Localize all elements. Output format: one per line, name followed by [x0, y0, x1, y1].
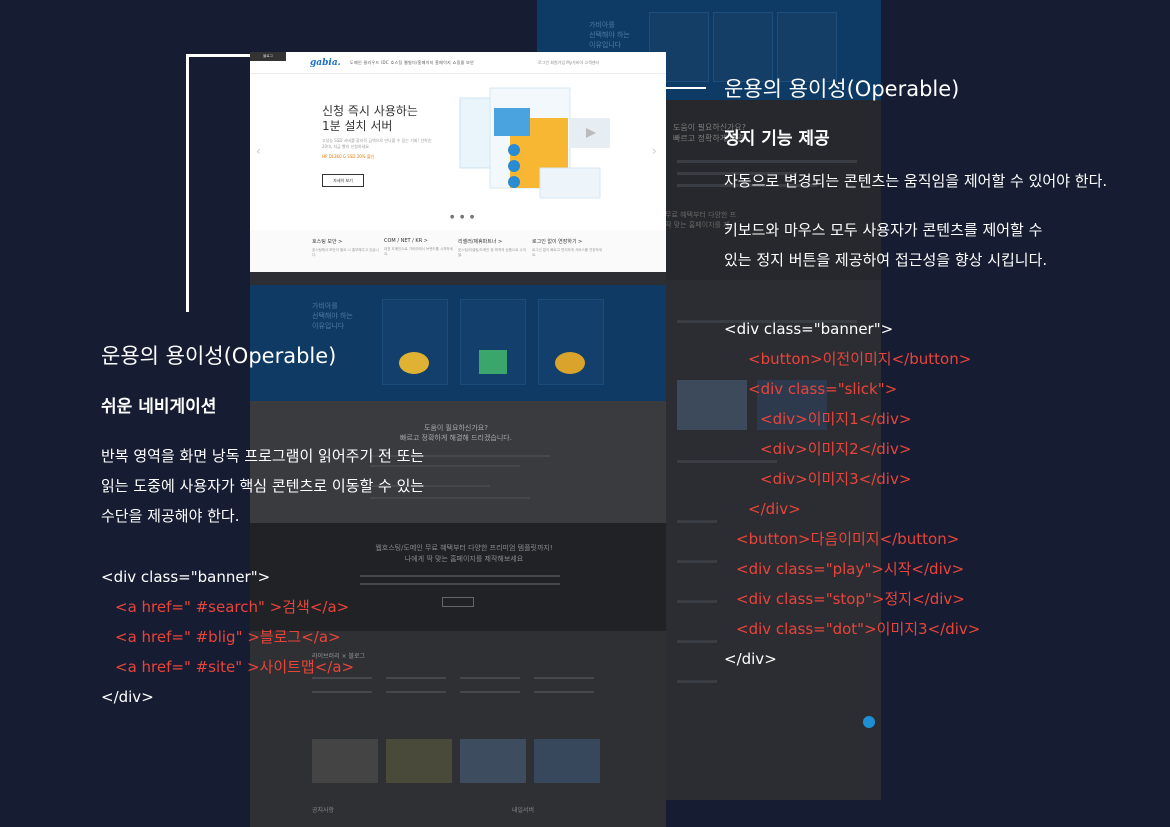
feature-item: 리셀러/제휴파트너 > 호스팅/리셀링/도메인 등 최적의 상품으로 수익을.	[458, 239, 526, 257]
site-util-menu: 로그인 회원가입 My가비아 고객센터	[538, 60, 600, 65]
why-card	[460, 299, 526, 385]
next-arrow-icon: ›	[652, 144, 657, 158]
code-line: <div>이미지1</div>	[760, 410, 912, 428]
right-desc-1: 자동으로 변경되는 콘텐츠는 움직임을 제어할 수 있어야 한다.	[724, 172, 1108, 190]
left-subtitle: 쉬운 네비게이션	[101, 397, 217, 417]
code-line: <div class="dot">이미지3</div>	[736, 620, 981, 638]
hero-title: 신청 즉시 사용하는 1분 설치 서버	[322, 104, 418, 133]
blog-thumbnail	[312, 739, 378, 783]
site-nav: gabia. 도메인 클라우드 IDC 호스팅 웹빌더/홈페이지 홈페이지 쇼핑…	[250, 52, 666, 74]
why-card	[382, 299, 448, 385]
connector-top-line	[186, 54, 250, 57]
code-line: </div>	[724, 650, 777, 668]
help-text: 도움이 필요하신가요? 빠르고 정확하게 해결해 드리겠습니다.	[400, 424, 512, 442]
left-desc: 반복 영역을 화면 낭독 프로그램이 읽어주기 전 또는 읽는 도중에 사용자가 …	[101, 447, 425, 525]
hero-illustration	[459, 87, 610, 199]
feature-row: 호스팅 보안 > 호스팅에서 보안이 필요 시 홍보해주고 있습니다. COM /…	[250, 230, 666, 272]
connector-right-line	[666, 87, 706, 89]
connector-vertical-line	[186, 54, 189, 312]
why-text: 가비아를 선택해야 하는 이유입니다	[312, 302, 353, 330]
hero-highlight: HP DL360 G SSD 20% 할인	[322, 154, 375, 159]
code-line: <a href=" #search" >검색</a>	[115, 598, 350, 616]
code-line: <div class="slick">	[748, 380, 898, 398]
right-title: 운용의 용이성(Operable)	[724, 77, 960, 101]
code-line: <a href=" #site" >사이트맵</a>	[115, 658, 355, 676]
blog-thumbnail	[460, 739, 526, 783]
blog-thumbnail	[534, 739, 600, 783]
back-band-text: 가비아를 선택해야 하는 이유입니다	[589, 21, 630, 49]
site-menu: 도메인 클라우드 IDC 호스팅 웹빌더/홈페이지 홈페이지 쇼핑몰 보안	[350, 60, 475, 65]
back-floating-button	[863, 716, 875, 728]
code-line: <div class="play">시작</div>	[736, 560, 965, 578]
feature-item: COM / NET / KR > 대표 도메인으로 가비아에서 브랜드를 시작하세…	[384, 238, 453, 256]
back-card	[713, 12, 773, 82]
left-title: 운용의 용이성(Operable)	[101, 344, 337, 368]
code-line: <div class="banner">	[724, 320, 894, 338]
hero-subtitle: 고성능 SSD 서버를 합리적 금액으로 만나볼 수 있는 기회! 선착순 20…	[322, 138, 432, 149]
right-desc-2: 키보드와 마우스 모두 사용자가 콘텐츠를 제어할 수 있는 정지 버튼을 제공하…	[724, 221, 1048, 269]
code-line: </div>	[748, 500, 801, 518]
code-line: <div>이미지2</div>	[760, 440, 912, 458]
promo-text: 웹호스팅/도메인 무료 혜택부터 다양한 프리미엄 템플릿까지! 나에게 딱 맞는…	[375, 544, 553, 563]
slide-dots: ● ● ●	[450, 214, 477, 220]
code-line: <div class="stop">정지</div>	[736, 590, 965, 608]
right-code-block: <div class="banner"> <button>이전이미지</butt…	[724, 314, 980, 674]
code-line: <button>이전이미지</button>	[748, 350, 972, 368]
feature-item: 호스팅 보안 > 호스팅에서 보안이 필요 시 홍보해주고 있습니다.	[312, 239, 379, 257]
code-line: </div>	[101, 688, 154, 706]
feature-item: 로그인 없이 연장하기 > 로그인 없이 빠르고 편리하게 서비스를 연장하세요.	[532, 239, 602, 257]
blog-thumbnail	[386, 739, 452, 783]
site-logo: gabia.	[310, 58, 341, 68]
notice-header: 공지사항	[312, 807, 335, 814]
code-line: <div>이미지3</div>	[760, 470, 912, 488]
back-card	[777, 12, 837, 82]
left-code-block: <div class="banner"> <a href=" #search" …	[101, 562, 354, 712]
site-header-banner: gabia. 도메인 클라우드 IDC 호스팅 웹빌더/홈페이지 홈페이지 쇼핑…	[250, 52, 666, 272]
hero-button: 자세히 보기	[322, 174, 364, 187]
prev-arrow-icon: ‹	[256, 144, 261, 158]
server-header: 내일서버	[512, 807, 535, 814]
code-line: <div class="banner">	[101, 568, 271, 586]
blog-tag: 블로그	[250, 52, 286, 61]
code-line: <button>다음이미지</button>	[736, 530, 960, 548]
right-subtitle: 정지 기능 제공	[724, 129, 830, 149]
code-line: <a href=" #blig" >블로그</a>	[115, 628, 341, 646]
why-card	[538, 299, 604, 385]
